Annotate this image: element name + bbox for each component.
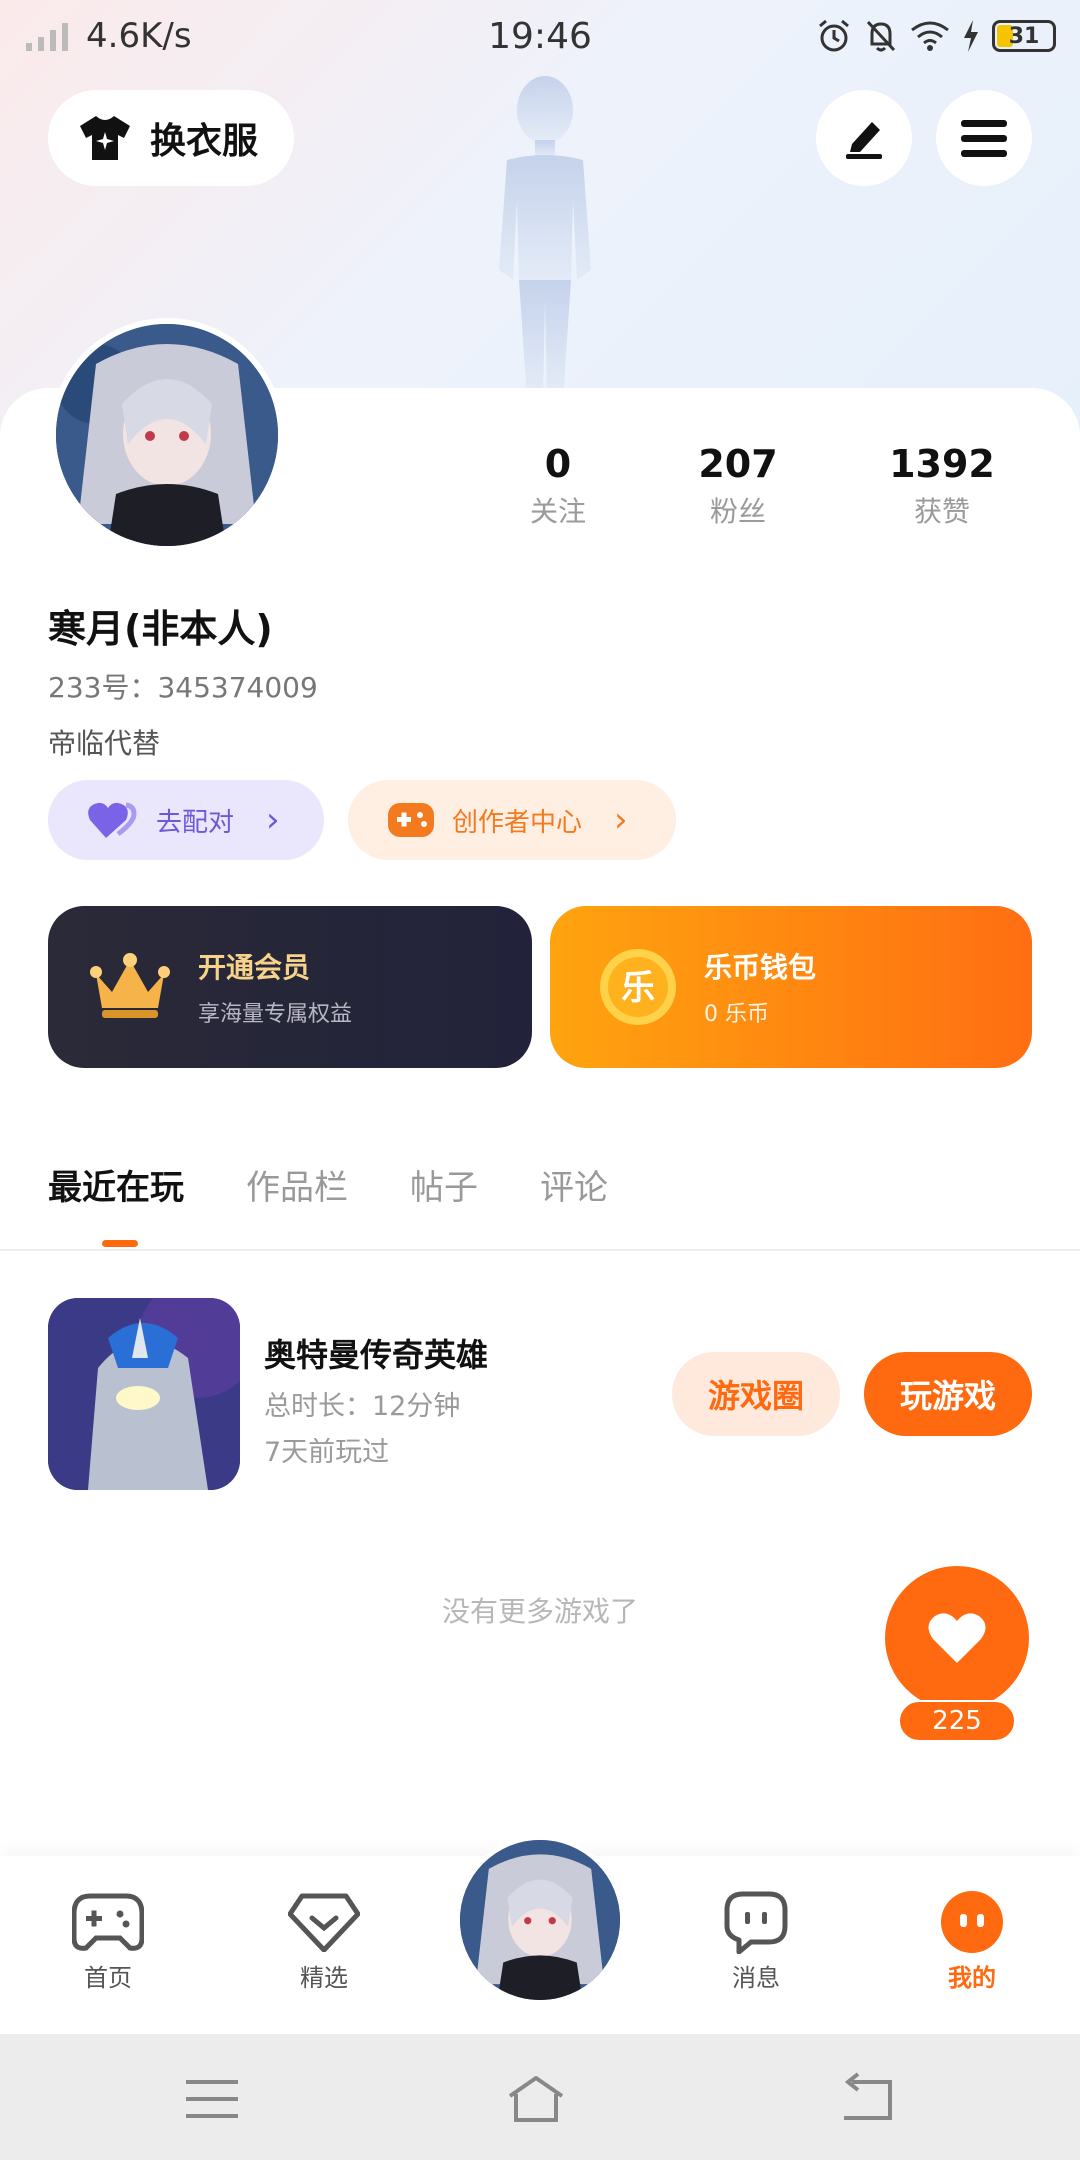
game-icon[interactable] — [48, 1298, 240, 1490]
diamond-icon — [288, 1893, 360, 1952]
stat-label: 粉丝 — [709, 495, 766, 528]
menu-button[interactable] — [936, 90, 1032, 186]
profile-stats: 0 关注 207 粉丝 1392 获赞 — [480, 442, 1060, 530]
shirt-icon — [80, 116, 130, 160]
coin-glyph: 乐 — [621, 968, 655, 1008]
coin-icon: 乐 — [600, 949, 676, 1025]
profile-tabs: 最近在玩 作品栏 帖子 评论 — [48, 1160, 608, 1209]
game-total-time: 总时长：12分钟 — [264, 1391, 461, 1422]
nav-home-label: 首页 — [84, 1964, 132, 1992]
recent-apps-icon[interactable] — [182, 2072, 242, 2126]
stat-value: 0 — [544, 442, 572, 486]
chevron-right-icon: › — [614, 800, 628, 840]
back-icon[interactable] — [838, 2072, 898, 2126]
chevron-right-icon: › — [266, 800, 280, 840]
coin-wallet-card[interactable]: 乐 乐币钱包 0 乐币 — [550, 906, 1032, 1068]
heart-pair-icon — [88, 802, 137, 838]
mute-bell-icon — [866, 20, 896, 52]
stat-followers[interactable]: 207 粉丝 — [636, 442, 840, 530]
tab-works[interactable]: 作品栏 — [246, 1160, 348, 1209]
wifi-icon — [911, 21, 949, 51]
active-tab-indicator — [102, 1240, 138, 1247]
nav-featured-label: 精选 — [300, 1964, 348, 1992]
game-art — [48, 1298, 240, 1490]
wallet-title: 乐币钱包 — [704, 951, 817, 984]
home-icon[interactable] — [506, 2072, 566, 2126]
crown-icon — [90, 953, 170, 1018]
avatar[interactable] — [50, 318, 284, 552]
username: 寒月(非本人) — [48, 607, 273, 651]
tab-comments[interactable]: 评论 — [540, 1160, 608, 1209]
heart-icon — [928, 1613, 986, 1663]
vip-membership-card[interactable]: 开通会员 享海量专属权益 — [48, 906, 532, 1068]
nav-messages-label: 消息 — [732, 1964, 780, 1992]
battery-level: 31 — [1008, 23, 1040, 49]
alarm-icon — [819, 19, 849, 52]
game-name[interactable]: 奥特曼传奇英雄 — [264, 1330, 488, 1376]
match-button[interactable]: 去配对 › — [48, 780, 324, 860]
nav-me-label: 我的 — [948, 1964, 996, 1992]
match-label: 去配对 — [156, 807, 235, 838]
tab-recently-played[interactable]: 最近在玩 — [48, 1160, 184, 1209]
tabs-divider — [0, 1249, 1080, 1251]
stat-label: 关注 — [529, 495, 586, 528]
nav-home[interactable]: 首页 — [38, 1886, 178, 1993]
vip-subtitle: 享海量专属权益 — [198, 1002, 353, 1027]
stat-likes[interactable]: 1392 获赞 — [840, 442, 1044, 530]
change-outfit-button[interactable]: 换衣服 — [48, 90, 294, 186]
stat-value: 207 — [698, 442, 778, 486]
user-bio: 帝临代替 — [48, 727, 161, 760]
nav-center-avatar[interactable] — [456, 1836, 624, 2004]
change-outfit-label: 换衣服 — [150, 121, 259, 162]
chat-bubble-icon — [724, 1891, 788, 1954]
menu-icon — [961, 120, 1007, 157]
play-game-button[interactable]: 玩游戏 — [864, 1352, 1032, 1436]
edit-profile-button[interactable] — [816, 90, 912, 186]
vip-title: 开通会员 — [198, 951, 311, 984]
nav-featured[interactable]: 精选 — [254, 1886, 394, 1993]
nav-me[interactable]: 我的 — [902, 1886, 1042, 1993]
creator-center-button[interactable]: 创作者中心 › — [348, 780, 676, 860]
avatar-figure-hologram — [499, 76, 591, 400]
stat-value: 1392 — [889, 442, 995, 486]
nav-messages[interactable]: 消息 — [686, 1886, 826, 1993]
game-last-played: 7天前玩过 — [264, 1437, 390, 1468]
pen-icon — [846, 122, 882, 159]
gamepad-icon — [72, 1893, 144, 1951]
signal-icon — [26, 23, 68, 51]
battery-indicator: 31 — [992, 20, 1056, 52]
game-circle-button[interactable]: 游戏圈 — [672, 1352, 840, 1436]
network-speed: 4.6K/s — [86, 16, 192, 56]
creator-center-label: 创作者中心 — [452, 807, 583, 838]
like-button[interactable] — [885, 1566, 1029, 1710]
wallet-balance: 0 乐币 — [704, 1002, 769, 1027]
gamepad-plus-icon — [388, 803, 434, 837]
avatar-image — [460, 1840, 620, 2000]
stat-following[interactable]: 0 关注 — [480, 442, 636, 530]
stat-label: 获赞 — [913, 495, 970, 528]
user-id[interactable]: 233号：345374009 — [48, 666, 318, 706]
avatar-image — [56, 324, 278, 546]
tab-posts[interactable]: 帖子 — [410, 1160, 478, 1209]
face-icon — [941, 1891, 1003, 1953]
status-bar: 4.6K/s 19:46 31 — [0, 0, 1080, 72]
charging-icon — [964, 20, 978, 52]
like-count: 225 — [898, 1700, 1016, 1742]
